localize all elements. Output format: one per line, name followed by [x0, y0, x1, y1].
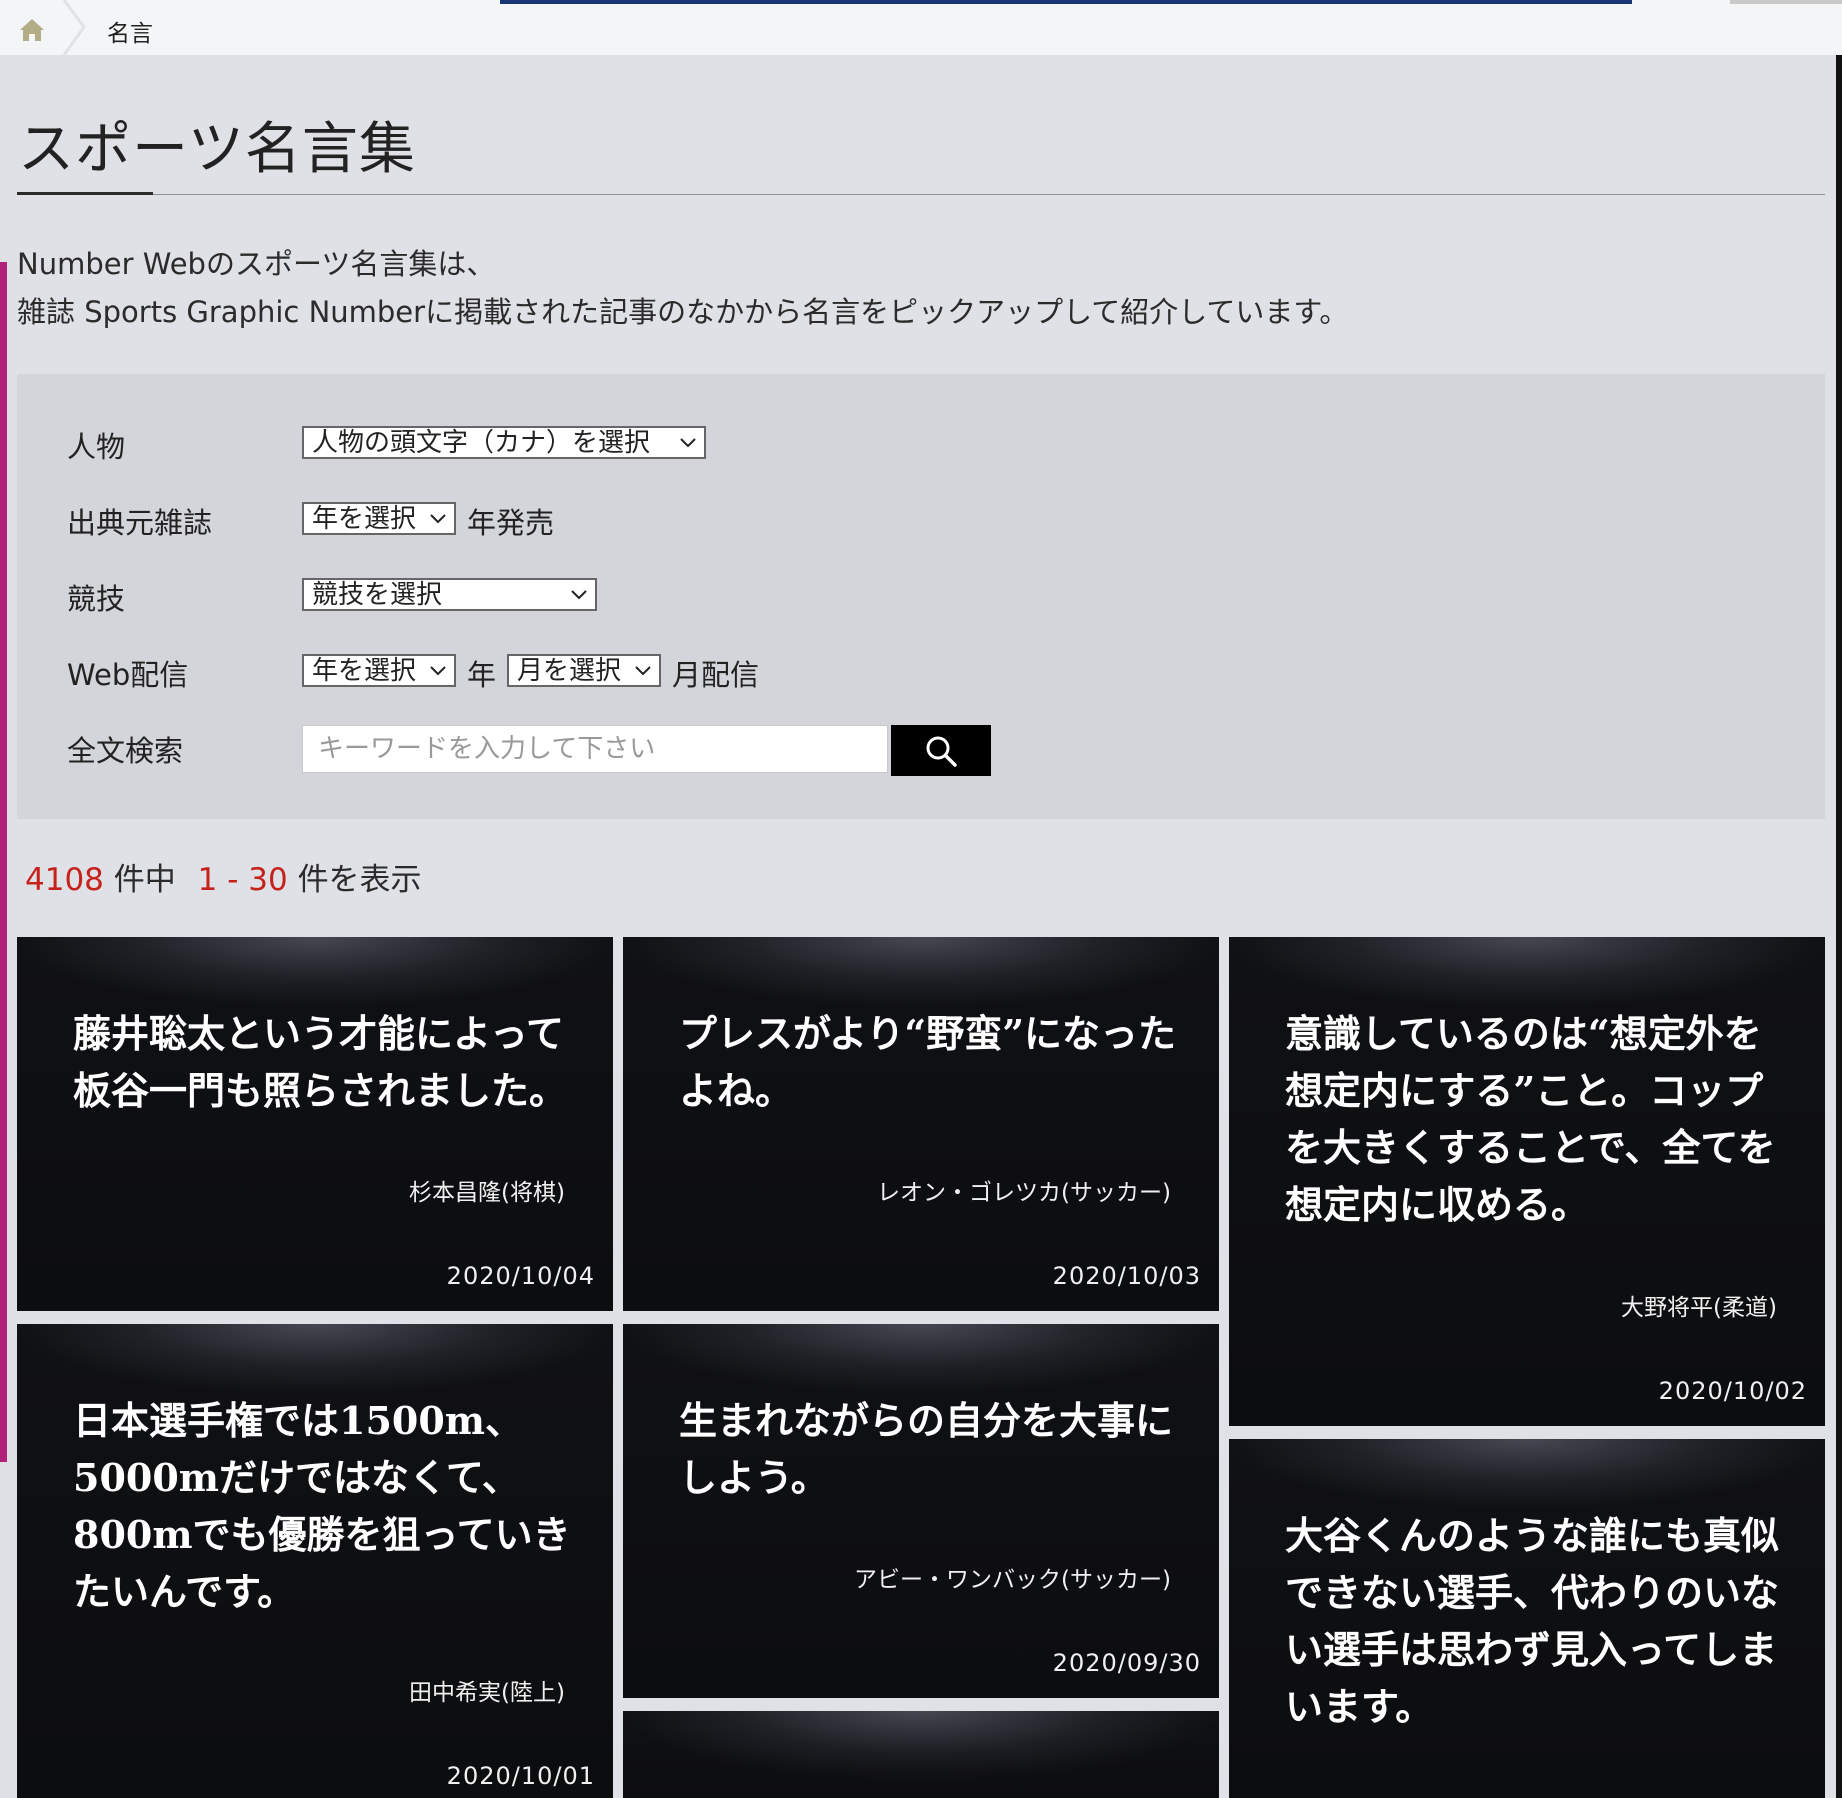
quote-text: 生まれながらの自分を大事にしよう。: [679, 1398, 1174, 1500]
quote-text: プレスがより“野蛮”になったよね。: [679, 1011, 1177, 1113]
quote-speaker: 大野将平(柔道): [1621, 1295, 1777, 1321]
quote-date: 2020/10/04: [446, 1262, 595, 1290]
chevron-down-icon: [680, 438, 696, 448]
quote-text: 意識しているのは“想定外を想定内にする”こと。コップを大きくすることで、全てを想…: [1285, 1011, 1776, 1227]
breadcrumb-bar: 名言: [0, 0, 1842, 55]
quote-card[interactable]: 意識しているのは“想定外を想定内にする”こと。コップを大きくすることで、全てを想…: [1229, 937, 1825, 1426]
quote-date: 2020/10/01: [446, 1762, 595, 1790]
result-total: 4108: [25, 862, 104, 898]
filter-label-person: 人物: [67, 430, 126, 464]
magazine-year-select-value: 年を選択: [312, 504, 417, 534]
web-year-select[interactable]: 年を選択: [302, 654, 456, 687]
person-select[interactable]: 人物の頭文字（カナ）を選択: [302, 426, 706, 459]
search-button[interactable]: [891, 725, 991, 776]
quote-speaker: 杉本昌隆(将棋): [409, 1180, 565, 1206]
quote-card[interactable]: 日本選手権では1500m、5000mだけではなくて、800mでも優勝を狙っていき…: [17, 1324, 613, 1798]
result-count: 4108 件中 1 - 30 件を表示: [25, 854, 422, 899]
quote-card[interactable]: [623, 1711, 1219, 1798]
quote-card[interactable]: プレスがより“野蛮”になったよね。 レオン・ゴレツカ(サッカー) 2020/10…: [623, 937, 1219, 1311]
quote-speaker: アビー・ワンバック(サッカー): [854, 1567, 1171, 1593]
filter-label-sport: 競技: [67, 582, 126, 616]
web-month-select[interactable]: 月を選択: [507, 654, 661, 687]
quote-card[interactable]: 生まれながらの自分を大事にしよう。 アビー・ワンバック(サッカー) 2020/0…: [623, 1324, 1219, 1698]
home-icon[interactable]: [18, 17, 46, 43]
chevron-down-icon: [571, 590, 587, 600]
quote-speaker: 田中希実(陸上): [409, 1680, 565, 1706]
web-month-suffix: 月配信: [672, 658, 760, 692]
web-year-suffix: 年: [467, 658, 497, 692]
quote-text: 大谷くんのような誰にも真似できない選手、代わりのいない選手は思わず見入ってしまい…: [1285, 1513, 1780, 1729]
quote-card[interactable]: 藤井聡太という才能によって板谷一門も照らされました。 杉本昌隆(将棋) 2020…: [17, 937, 613, 1311]
quote-text: 藤井聡太という才能によって板谷一門も照らされました。: [73, 1011, 568, 1113]
quote-card[interactable]: 大谷くんのような誰にも真似できない選手、代わりのいない選手は思わず見入ってしまい…: [1229, 1439, 1825, 1798]
title-divider: [17, 194, 1825, 195]
filter-panel: 人物 人物の頭文字（カナ）を選択 出典元雑誌 年を選択 年発売 競技 競技を選択…: [17, 374, 1825, 819]
person-select-value: 人物の頭文字（カナ）を選択: [312, 428, 651, 458]
left-edge-accent: [0, 262, 7, 1462]
web-month-select-value: 月を選択: [517, 656, 622, 686]
quote-date: 2020/10/02: [1658, 1377, 1807, 1405]
filter-label-web: Web配信: [67, 658, 189, 692]
web-year-select-value: 年を選択: [312, 656, 417, 686]
chevron-down-icon: [430, 514, 446, 524]
intro-text: Number Webのスポーツ名言集は、 雑誌 Sports Graphic N…: [17, 240, 1348, 336]
result-total-suffix: 件中: [113, 862, 176, 898]
intro-line-2: 雑誌 Sports Graphic Numberに掲載された記事のなかから名言を…: [17, 295, 1349, 329]
search-placeholder: キーワードを入力して下さい: [318, 734, 656, 764]
magazine-year-suffix: 年発売: [467, 506, 555, 540]
right-edge-bar: [1836, 55, 1842, 1798]
fulltext-search-input[interactable]: キーワードを入力して下さい: [302, 725, 888, 773]
title-divider-accent: [17, 192, 153, 195]
breadcrumb-current: 名言: [107, 21, 153, 47]
quote-date: 2020/09/30: [1052, 1649, 1201, 1677]
header-accent-line: [500, 0, 1632, 4]
magazine-year-select[interactable]: 年を選択: [302, 502, 456, 535]
filter-label-fulltext: 全文検索: [67, 734, 184, 768]
sport-select[interactable]: 競技を選択: [302, 578, 597, 611]
quote-date: 2020/10/03: [1052, 1262, 1201, 1290]
page-title: スポーツ名言集: [18, 117, 416, 182]
filter-label-magazine: 出典元雑誌: [67, 506, 213, 540]
intro-line-1: Number Webのスポーツ名言集は、: [17, 247, 496, 281]
header-accent-line-right: [1730, 0, 1842, 4]
result-range: 1 - 30: [197, 862, 288, 898]
chevron-down-icon: [430, 666, 446, 676]
quote-speaker: レオン・ゴレツカ(サッカー): [877, 1180, 1171, 1206]
search-icon: [926, 736, 957, 767]
sport-select-value: 競技を選択: [312, 580, 443, 610]
result-range-suffix: 件を表示: [297, 862, 422, 898]
breadcrumb-separator-icon: [62, 0, 86, 55]
quote-text: 日本選手権では1500m、5000mだけではなくて、800mでも優勝を狙っていき…: [73, 1398, 571, 1614]
chevron-down-icon: [635, 666, 651, 676]
